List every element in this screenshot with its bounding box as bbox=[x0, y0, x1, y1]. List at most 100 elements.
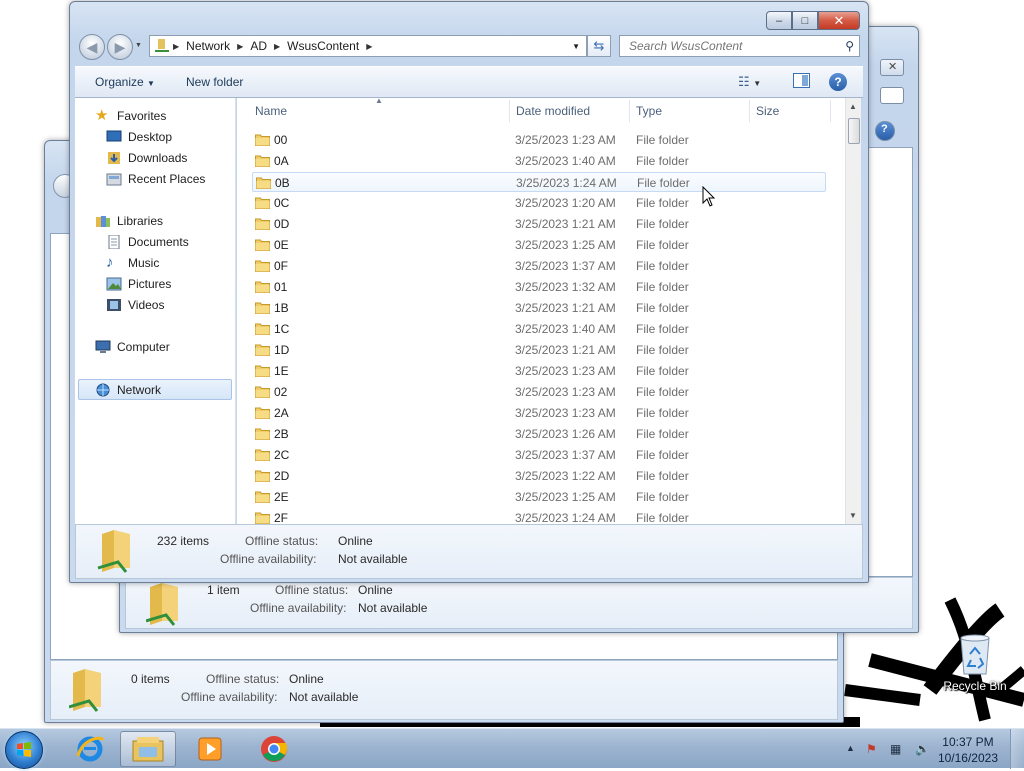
scroll-down-icon[interactable]: ▼ bbox=[849, 511, 857, 520]
view-options-icon[interactable]: ☷ ▼ bbox=[738, 74, 761, 90]
search-icon[interactable]: ⚲ bbox=[845, 39, 854, 53]
table-row[interactable]: 1C 3/25/2023 1:40 AM File folder bbox=[252, 319, 826, 339]
file-type: File folder bbox=[636, 343, 689, 357]
column-date-modified[interactable]: Date modified bbox=[516, 104, 590, 118]
nav-videos[interactable]: Videos bbox=[106, 298, 164, 312]
forward-button[interactable]: ▶ bbox=[107, 34, 133, 60]
file-type: File folder bbox=[636, 154, 689, 168]
nav-desktop[interactable]: Desktop bbox=[106, 130, 172, 144]
organize-button[interactable]: Organize ▼ bbox=[95, 75, 155, 89]
folder-icon bbox=[255, 218, 270, 230]
show-desktop-button[interactable] bbox=[1010, 729, 1024, 769]
folder-icon bbox=[255, 386, 270, 398]
table-row[interactable]: 2E 3/25/2023 1:25 AM File folder bbox=[252, 487, 826, 507]
new-folder-button[interactable]: New folder bbox=[186, 75, 243, 89]
breadcrumb-ad[interactable]: AD bbox=[250, 39, 267, 53]
table-row[interactable]: 2B 3/25/2023 1:26 AM File folder bbox=[252, 424, 826, 444]
table-row[interactable]: 0C 3/25/2023 1:20 AM File folder bbox=[252, 193, 826, 213]
folder-icon bbox=[255, 428, 270, 440]
file-date-modified: 3/25/2023 1:23 AM bbox=[515, 385, 616, 399]
table-row[interactable]: 01 3/25/2023 1:32 AM File folder bbox=[252, 277, 826, 297]
nav-computer[interactable]: Computer bbox=[95, 340, 170, 354]
nav-libraries[interactable]: Libraries bbox=[95, 214, 163, 228]
table-row[interactable]: 02 3/25/2023 1:23 AM File folder bbox=[252, 382, 826, 402]
address-dropdown-icon[interactable]: ▼ bbox=[572, 42, 580, 51]
search-button[interactable] bbox=[880, 87, 904, 104]
scroll-up-icon[interactable]: ▲ bbox=[849, 102, 857, 111]
start-button[interactable] bbox=[5, 731, 43, 769]
breadcrumb-separator[interactable]: ▶ bbox=[274, 42, 280, 51]
back-button[interactable]: ◀ bbox=[79, 34, 105, 60]
preview-pane-icon[interactable] bbox=[793, 73, 810, 91]
nav-music[interactable]: ♪ Music bbox=[106, 255, 159, 270]
maximize-button[interactable]: □ bbox=[792, 11, 818, 30]
offline-status-label: Offline status: bbox=[275, 583, 349, 597]
explorer-window[interactable]: – □ ✕ ◀ ▶ ▼ ▶ Network ▶ AD ▶ WsusContent… bbox=[69, 1, 869, 583]
file-name: 2A bbox=[274, 406, 289, 420]
file-type: File folder bbox=[636, 322, 689, 336]
column-divider[interactable] bbox=[509, 100, 510, 122]
column-name[interactable]: Name bbox=[255, 104, 287, 118]
help-icon[interactable]: ? bbox=[829, 73, 847, 91]
table-row[interactable]: 2D 3/25/2023 1:22 AM File folder bbox=[252, 466, 826, 486]
table-row[interactable]: 2C 3/25/2023 1:37 AM File folder bbox=[252, 445, 826, 465]
nav-documents[interactable]: Documents bbox=[106, 234, 189, 250]
volume-icon[interactable]: 🔈 bbox=[915, 742, 930, 756]
folder-icon bbox=[255, 134, 270, 146]
taskbar-chrome[interactable] bbox=[246, 731, 302, 767]
recent-places-icon bbox=[106, 172, 122, 186]
refresh-button[interactable]: ⇆ bbox=[587, 35, 611, 57]
column-divider[interactable] bbox=[830, 100, 831, 122]
help-button[interactable]: ? bbox=[875, 121, 895, 141]
file-name: 2B bbox=[274, 427, 289, 441]
minimize-button[interactable]: – bbox=[766, 11, 792, 30]
breadcrumb-separator[interactable]: ▶ bbox=[237, 42, 243, 51]
table-row[interactable]: 0B 3/25/2023 1:24 AM File folder bbox=[252, 172, 826, 192]
action-center-flag-icon[interactable]: ⚑ bbox=[866, 742, 877, 756]
table-row[interactable]: 2F 3/25/2023 1:24 AM File folder bbox=[252, 508, 826, 524]
nav-network[interactable]: Network bbox=[78, 379, 232, 400]
close-button[interactable]: ✕ bbox=[880, 59, 904, 76]
search-input[interactable] bbox=[627, 38, 827, 54]
taskbar-windows-explorer[interactable] bbox=[120, 731, 176, 767]
table-row[interactable]: 0D 3/25/2023 1:21 AM File folder bbox=[252, 214, 826, 234]
nav-favorites[interactable]: ★ Favorites bbox=[95, 108, 166, 123]
breadcrumb-separator[interactable]: ▶ bbox=[366, 42, 372, 51]
table-row[interactable]: 2A 3/25/2023 1:23 AM File folder bbox=[252, 403, 826, 423]
table-row[interactable]: 0A 3/25/2023 1:40 AM File folder bbox=[252, 151, 826, 171]
nav-downloads[interactable]: Downloads bbox=[106, 151, 187, 165]
breadcrumb-separator[interactable]: ▶ bbox=[173, 42, 179, 51]
table-row[interactable]: 00 3/25/2023 1:23 AM File folder bbox=[252, 130, 826, 150]
internet-explorer-icon bbox=[76, 736, 105, 762]
search-box[interactable]: ⚲ bbox=[619, 35, 860, 57]
column-type[interactable]: Type bbox=[636, 104, 662, 118]
file-type: File folder bbox=[636, 301, 689, 315]
close-button[interactable]: ✕ bbox=[818, 11, 860, 30]
taskbar-internet-explorer[interactable] bbox=[62, 731, 118, 767]
column-size[interactable]: Size bbox=[756, 104, 779, 118]
table-row[interactable]: 0E 3/25/2023 1:25 AM File folder bbox=[252, 235, 826, 255]
scroll-thumb[interactable] bbox=[848, 118, 860, 144]
recent-pages-dropdown[interactable]: ▼ bbox=[135, 42, 142, 49]
column-divider[interactable] bbox=[749, 100, 750, 122]
table-row[interactable]: 0F 3/25/2023 1:37 AM File folder bbox=[252, 256, 826, 276]
file-name: 0A bbox=[274, 154, 289, 168]
nav-recent-places[interactable]: Recent Places bbox=[106, 172, 205, 186]
offline-status-value: Online bbox=[289, 672, 324, 686]
chrome-icon bbox=[261, 736, 288, 762]
address-bar[interactable]: ▶ Network ▶ AD ▶ WsusContent ▶ ▼ bbox=[149, 35, 587, 57]
table-row[interactable]: 1E 3/25/2023 1:23 AM File folder bbox=[252, 361, 826, 381]
network-tray-icon[interactable]: ▦ bbox=[890, 742, 901, 756]
system-clock[interactable]: 10:37 PM 10/16/2023 bbox=[938, 734, 998, 766]
windows-logo-icon bbox=[17, 742, 31, 757]
breadcrumb-wsuscontent[interactable]: WsusContent bbox=[287, 39, 359, 53]
table-row[interactable]: 1D 3/25/2023 1:21 AM File folder bbox=[252, 340, 826, 360]
nav-pictures[interactable]: Pictures bbox=[106, 277, 171, 291]
breadcrumb-network[interactable]: Network bbox=[186, 39, 230, 53]
table-row[interactable]: 1B 3/25/2023 1:21 AM File folder bbox=[252, 298, 826, 318]
recycle-bin[interactable]: Recycle Bin bbox=[943, 632, 1007, 693]
column-divider[interactable] bbox=[629, 100, 630, 122]
show-hidden-icons-icon[interactable]: ▲ bbox=[846, 743, 855, 753]
vertical-scrollbar[interactable]: ▲ ▼ bbox=[845, 98, 861, 524]
taskbar-media-player[interactable] bbox=[182, 731, 238, 767]
